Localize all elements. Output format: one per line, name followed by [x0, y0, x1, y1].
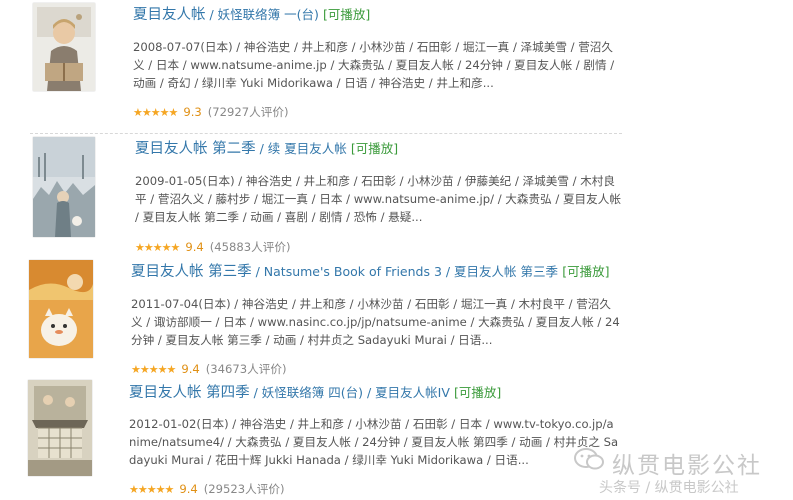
rating-score: 9.3	[183, 105, 202, 119]
poster-image[interactable]	[28, 380, 92, 476]
title-separator: /	[251, 264, 264, 279]
item-title-link[interactable]: 夏目友人帐 第三季	[131, 264, 252, 280]
item-alt-title: 妖怪联络簿 四(台) / 夏目友人帐IV	[261, 385, 450, 400]
item-rating: ★★★★★ 9.4 (29523人评价)	[129, 481, 284, 498]
rating-score: 9.4	[185, 240, 204, 254]
item-title-row: 夏目友人帐 第四季 / 妖怪联络簿 四(台) / 夏目友人帐IV [可播放]	[129, 384, 501, 403]
item-alt-title: Natsume's Book of Friends 3 / 夏目友人帐 第三季	[263, 264, 559, 279]
star-icon: ★★★★★	[129, 483, 174, 496]
playable-link[interactable]: [可播放]	[323, 7, 370, 22]
poster-image[interactable]	[33, 3, 95, 91]
item-description: 2012-01-02(日本) / 神谷浩史 / 井上和彦 / 小林沙苗 / 石田…	[129, 417, 619, 467]
item-rating: ★★★★★ 9.4 (34673人评价)	[131, 361, 286, 378]
playable-link[interactable]: [可播放]	[454, 385, 501, 400]
title-separator: /	[205, 7, 218, 22]
item-title-row: 夏目友人帐 第三季 / Natsume's Book of Friends 3 …	[131, 263, 609, 282]
watermark-title: 纵贯电影公社	[612, 453, 762, 479]
item-title-row: 夏目友人帐 / 妖怪联络簿 一(台) [可播放]	[133, 6, 370, 25]
item-description: 2009-01-05(日本) / 神谷浩史 / 井上和彦 / 石田彰 / 小林沙…	[135, 174, 621, 224]
item-title-row: 夏目友人帐 第二季 / 续 夏目友人帐 [可播放]	[135, 140, 398, 159]
rating-count: (45883人评价)	[209, 240, 291, 254]
poster-image[interactable]	[29, 260, 93, 358]
rating-score: 9.4	[179, 482, 198, 496]
rating-count: (72927人评价)	[207, 105, 289, 119]
poster-image[interactable]	[33, 137, 95, 237]
item-title-link[interactable]: 夏目友人帐	[133, 7, 206, 23]
item-title-link[interactable]: 夏目友人帐 第二季	[135, 141, 256, 157]
rating-count: (34673人评价)	[205, 362, 287, 376]
star-icon: ★★★★★	[131, 363, 176, 376]
item-title-link[interactable]: 夏目友人帐 第四季	[129, 385, 250, 401]
item-rating: ★★★★★ 9.3 (72927人评价)	[133, 104, 288, 121]
divider	[30, 133, 622, 134]
rating-count: (29523人评价)	[203, 482, 285, 496]
star-icon: ★★★★★	[135, 241, 180, 254]
item-alt-title: 续 夏目友人帐	[267, 141, 347, 156]
rating-score: 9.4	[181, 362, 200, 376]
playable-link[interactable]: [可播放]	[562, 264, 609, 279]
watermark-subtitle: 头条号 / 纵贯电影公社	[599, 480, 739, 496]
star-icon: ★★★★★	[133, 106, 178, 119]
item-rating: ★★★★★ 9.4 (45883人评价)	[135, 239, 290, 256]
item-description: 2011-07-04(日本) / 神谷浩史 / 井上和彦 / 小林沙苗 / 石田…	[131, 297, 620, 347]
item-description: 2008-07-07(日本) / 神谷浩史 / 井上和彦 / 小林沙苗 / 石田…	[133, 40, 615, 90]
wechat-logo-icon	[574, 447, 604, 471]
playable-link[interactable]: [可播放]	[351, 141, 398, 156]
title-separator: /	[255, 141, 268, 156]
item-alt-title: 妖怪联络簿 一(台)	[217, 7, 319, 22]
title-separator: /	[249, 385, 262, 400]
